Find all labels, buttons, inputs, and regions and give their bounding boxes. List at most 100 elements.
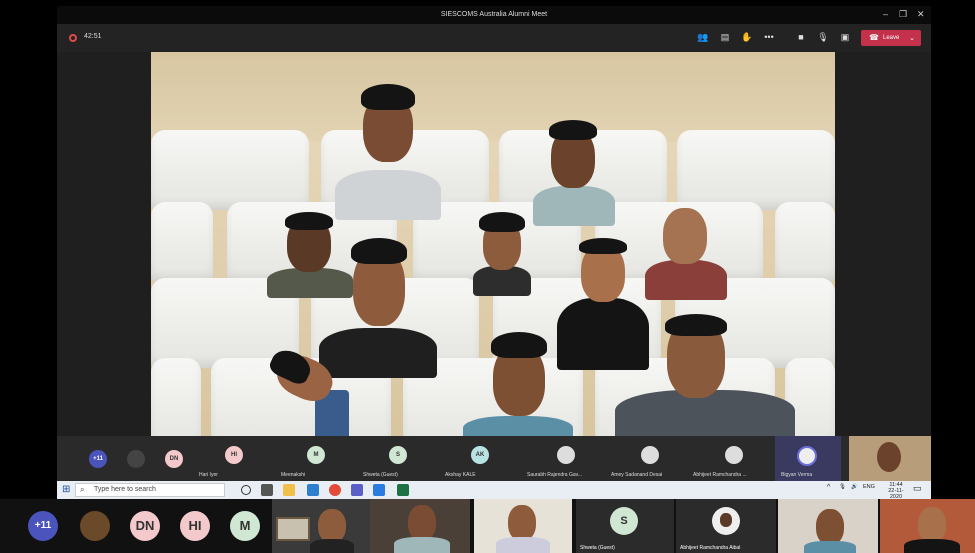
call-timer: 42:51: [84, 33, 102, 40]
participant-tile[interactable]: Amey Sadanand Desai: [611, 436, 695, 482]
avatar: [641, 446, 659, 464]
participant-tile[interactable]: Saurabh Rajendra Gav...: [527, 436, 611, 482]
store-icon[interactable]: [307, 484, 319, 496]
search-input[interactable]: ⌕ Type here to search: [75, 483, 225, 497]
participant-video: [615, 314, 795, 442]
teams-icon[interactable]: [351, 484, 363, 496]
recording-icon: [69, 34, 77, 42]
seat: [151, 202, 213, 282]
cortana-icon[interactable]: [241, 485, 251, 495]
mic-off-icon[interactable]: 🎙: [817, 31, 829, 43]
video-tile[interactable]: [778, 499, 878, 553]
task-view-icon[interactable]: [261, 484, 273, 496]
participant-tile[interactable]: DN: [157, 436, 193, 482]
participant-tile[interactable]: AK Akshay KALE: [445, 436, 529, 482]
participant-name: Bigyan Verma: [781, 472, 813, 478]
avatar: [557, 446, 575, 464]
windows-taskbar: ⊞ ⌕ Type here to search ^ 🎙 🔊 ENG 11:44 …: [57, 481, 931, 500]
overflow-count[interactable]: +11: [28, 511, 58, 541]
camera-icon[interactable]: ■: [795, 31, 807, 43]
seat: [775, 202, 835, 282]
avatar: DN: [165, 450, 183, 468]
more-options-icon[interactable]: •••: [763, 31, 775, 43]
call-controls-bar: 42:51 👥 ▤ ✋ ••• ■ 🎙 ▣ ☎ Leave ⌄: [57, 24, 931, 52]
participants-icon[interactable]: 👥: [697, 31, 709, 43]
participant-tile[interactable]: Bigyan Verma: [775, 436, 841, 482]
chevron-down-icon[interactable]: ⌄: [909, 34, 915, 42]
minimize-icon[interactable]: –: [883, 9, 888, 19]
participant-video: [333, 82, 443, 220]
file-explorer-icon[interactable]: [283, 484, 295, 496]
tile-name: Shweta (Guest): [580, 545, 615, 551]
video-tile[interactable]: [370, 499, 470, 553]
participant-name: Meenakshi: [281, 472, 306, 478]
participant-name: Amey Sadanand Desai: [611, 472, 663, 478]
auditorium-wall: [151, 52, 835, 142]
participant-name: Shweta (Guest): [363, 472, 398, 478]
avatar: M: [307, 446, 325, 464]
seat: [151, 358, 201, 442]
avatar: [877, 442, 901, 472]
teams-window: SIESCOMS Australia Alumni Meet – ❐ ✕ 42:…: [57, 6, 931, 499]
search-placeholder: Type here to search: [94, 486, 156, 493]
participant-video: [463, 332, 573, 442]
participant-tile[interactable]: HI Hari Iyer: [193, 436, 277, 482]
participant-name: Saurabh Rajendra Gav...: [527, 472, 582, 478]
gallery-strip: +11 DN HI M S Shweta (Guest) Abhijeet Ra…: [0, 499, 975, 553]
participant-strip: +11 DN HI Hari Iyer M Meenakshi S Shweta…: [57, 436, 931, 482]
hangup-icon: ☎: [869, 33, 879, 42]
share-screen-icon[interactable]: ▣: [839, 31, 851, 43]
clock[interactable]: 11:44 22-11-2020: [883, 482, 909, 500]
avatar[interactable]: [80, 511, 110, 541]
video-tile[interactable]: S Shweta (Guest): [576, 499, 674, 553]
tray-chevron-icon[interactable]: ^: [827, 484, 830, 491]
avatar: [797, 446, 817, 466]
tile-name: Abhijeet Ramchandra Aibal: [680, 545, 741, 551]
avatar: [127, 450, 145, 468]
mic-tray-icon[interactable]: 🎙: [839, 484, 846, 490]
avatar: HI: [225, 446, 243, 464]
excel-icon[interactable]: [397, 484, 409, 496]
participant-video: [319, 238, 437, 378]
avatar[interactable]: M: [230, 511, 260, 541]
participant-tile[interactable]: [121, 436, 151, 482]
raise-hand-icon[interactable]: ✋: [741, 31, 753, 43]
avatar: AK: [471, 446, 489, 464]
participant-name: Hari Iyer: [199, 472, 218, 478]
avatar[interactable]: DN: [130, 511, 160, 541]
video-tile[interactable]: [880, 499, 975, 553]
avatar: S: [610, 507, 638, 535]
language-indicator[interactable]: ENG: [863, 484, 875, 490]
leave-label: Leave: [883, 35, 900, 41]
participant-video: [641, 198, 731, 300]
participant-tile[interactable]: S Shweta (Guest): [361, 436, 445, 482]
windows-start-icon[interactable]: ⊞: [62, 484, 70, 495]
close-icon[interactable]: ✕: [917, 9, 925, 20]
volume-icon[interactable]: 🔊: [851, 484, 858, 490]
seat: [151, 130, 309, 210]
leave-button[interactable]: ☎ Leave ⌄: [861, 30, 921, 46]
chrome-icon[interactable]: [329, 484, 341, 496]
avatar: S: [389, 446, 407, 464]
chat-icon[interactable]: ▤: [719, 31, 731, 43]
zoom-icon[interactable]: [373, 484, 385, 496]
avatar[interactable]: HI: [180, 511, 210, 541]
avatar: [725, 446, 743, 464]
participant-name: Abhijeet Ramchandra ...: [693, 472, 747, 478]
participant-video: [469, 212, 535, 296]
video-tile[interactable]: [474, 499, 572, 553]
maximize-icon[interactable]: ❐: [899, 9, 907, 20]
participant-name: Akshay KALE: [445, 472, 476, 478]
notifications-icon[interactable]: ▭: [913, 483, 922, 494]
participant-video: [529, 120, 619, 226]
participant-video: [263, 344, 353, 442]
together-mode-stage: [151, 52, 835, 442]
title-bar: SIESCOMS Australia Alumni Meet – ❐ ✕: [57, 6, 931, 24]
participant-tile[interactable]: M Meenakshi: [277, 436, 361, 482]
video-tile[interactable]: Abhijeet Ramchandra Aibal: [676, 499, 776, 553]
meeting-title: SIESCOMS Australia Alumni Meet: [440, 11, 548, 18]
self-video[interactable]: [849, 436, 931, 482]
overflow-count[interactable]: +11: [89, 450, 107, 468]
video-tile[interactable]: [272, 499, 370, 553]
participant-tile[interactable]: Abhijeet Ramchandra ...: [693, 436, 779, 482]
